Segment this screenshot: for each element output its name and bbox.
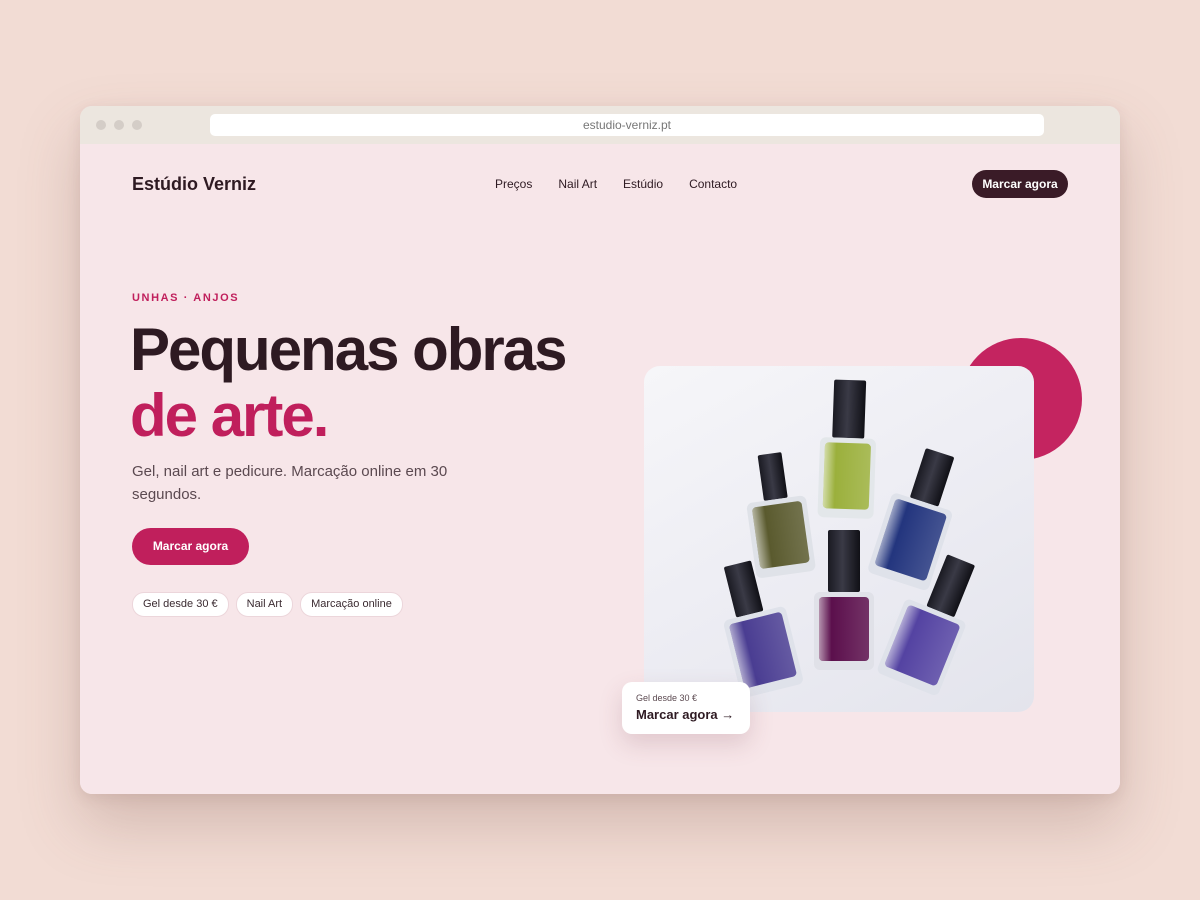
window-close-dot[interactable] [96,120,106,130]
browser-chrome: estudio-verniz.pt [80,106,1120,144]
violet-bottle [723,560,803,698]
floating-card-price: Gel desde 30 € [636,693,698,703]
chip-online-booking: Marcação online [300,592,403,617]
floating-booking-card[interactable]: Gel desde 30 € Marcar agora → [622,682,750,734]
hero-title-line-2: de arte. [130,382,329,449]
nail-polish-bottles-photo [644,366,1034,712]
nav-item-estudio[interactable]: Estúdio [623,177,663,191]
address-bar[interactable]: estudio-verniz.pt [210,114,1044,136]
hero-title-line-1: Pequenas obras [130,316,568,383]
landing-page: Estúdio Verniz Preços Nail Art Estúdio C… [80,144,1120,794]
hero-subtitle: Gel, nail art e pedicure. Marcação onlin… [132,463,448,503]
nav-item-contacto[interactable]: Contacto [689,177,737,191]
header-book-button[interactable]: Marcar agora [972,170,1068,198]
main-nav: Preços Nail Art Estúdio Contacto [495,177,737,191]
chip-nail-art: Nail Art [235,592,294,617]
chip-gel-price: Gel desde 30 € [132,592,229,617]
feature-chips: Gel desde 30 € Nail Art Marcação online [132,592,403,617]
hero-eyebrow: UNHAS · ANJOS [132,292,240,304]
window-maximize-dot[interactable] [132,120,142,130]
browser-window: estudio-verniz.pt Estúdio Verniz Preços … [80,106,1120,794]
window-minimize-dot[interactable] [114,120,124,130]
site-logo[interactable]: Estúdio Verniz [132,174,256,195]
magenta-bottle [814,530,874,670]
lime-bottle [817,379,876,519]
hero-book-button[interactable]: Marcar agora [132,528,249,565]
floating-card-book-link[interactable]: Marcar agora → [636,707,734,722]
nav-item-precos[interactable]: Preços [495,177,532,191]
olive-bottle [746,452,816,578]
nav-item-nail-art[interactable]: Nail Art [558,177,597,191]
